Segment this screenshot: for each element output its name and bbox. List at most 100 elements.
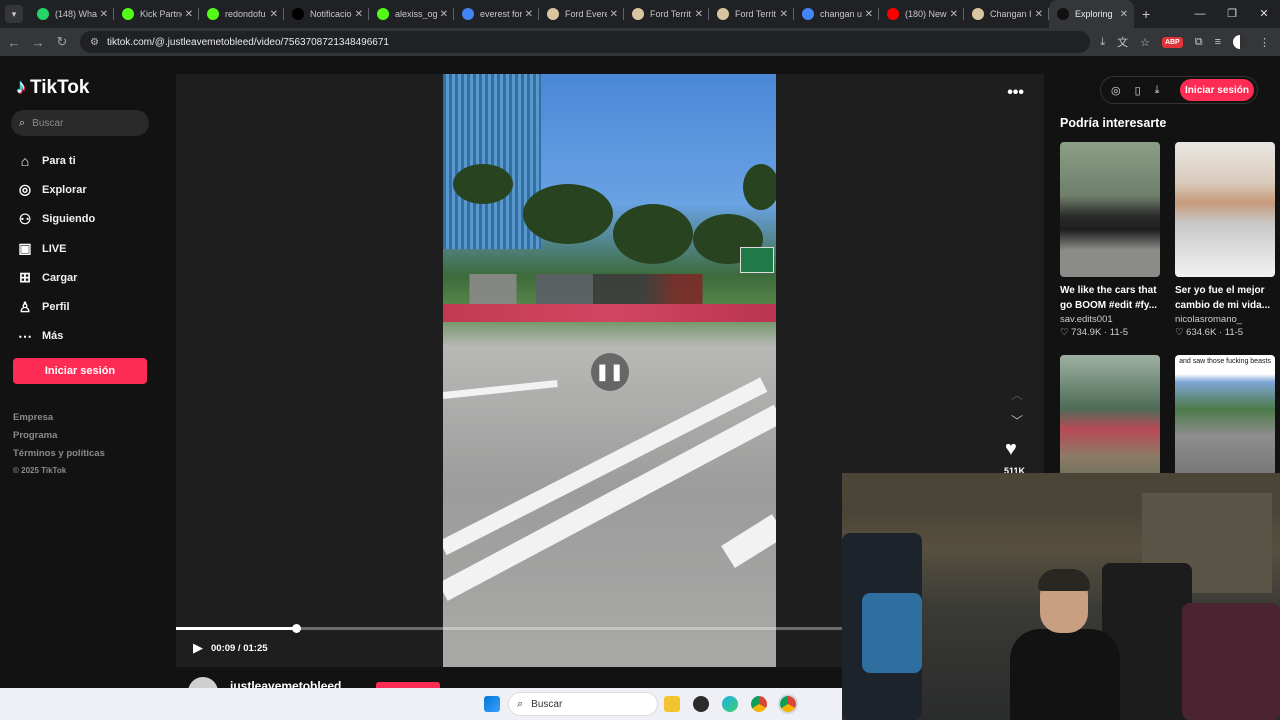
- install-app-icon[interactable]: ⤓: [1100, 36, 1105, 49]
- suggestion-thumbnail[interactable]: [1060, 355, 1160, 490]
- footer-link-terminos[interactable]: Términos y políticas: [13, 448, 105, 466]
- sidebar-item-label: Cargar: [42, 271, 78, 284]
- site-info-icon[interactable]: ⚙: [90, 37, 99, 48]
- extensions-puzzle-icon[interactable]: ⧉: [1195, 36, 1203, 49]
- sidebar-item-explorar[interactable]: ◎ Explorar: [15, 175, 95, 204]
- suggestion-thumbnail[interactable]: and saw those fucking beasts: [1175, 355, 1275, 490]
- browser-tab[interactable]: Notificacio ✕: [284, 0, 369, 28]
- tab-close-icon[interactable]: ✕: [950, 9, 958, 20]
- tab-close-icon[interactable]: ✕: [610, 9, 618, 20]
- tab-list: (148) Wha ✕ Kick Partne ✕ redondofu ✕ Notifica…: [29, 0, 1134, 28]
- browser-tab[interactable]: Ford Territ ✕: [624, 0, 709, 28]
- more-options-icon[interactable]: •••: [1007, 84, 1024, 102]
- browser-tab[interactable]: alexiss_og ✕: [369, 0, 454, 28]
- browser-tab[interactable]: Ford Evere ✕: [539, 0, 624, 28]
- chevron-up-icon[interactable]: ︿: [1011, 386, 1023, 403]
- tab-favicon-icon: [887, 8, 899, 20]
- coins-icon[interactable]: ◎: [1111, 84, 1121, 97]
- tab-close-icon[interactable]: ✕: [865, 9, 873, 20]
- tab-favicon-icon: [377, 8, 389, 20]
- translate-icon[interactable]: 文: [1117, 34, 1128, 50]
- chevron-down-icon[interactable]: ﹀: [1011, 412, 1023, 429]
- login-top-button[interactable]: Iniciar sesión: [1180, 79, 1254, 101]
- video-frame[interactable]: ❚❚: [443, 74, 776, 667]
- tab-close-icon[interactable]: ✕: [440, 9, 448, 20]
- edge-icon[interactable]: [722, 696, 738, 712]
- bookmark-star-icon[interactable]: ☆: [1140, 36, 1150, 49]
- browser-tab[interactable]: (180) New ✕: [879, 0, 964, 28]
- suggestion-title[interactable]: We like the cars that go BOOM #edit #fy.…: [1060, 283, 1160, 313]
- new-tab-button[interactable]: +: [1142, 6, 1150, 22]
- close-window-button[interactable]: ✕: [1248, 0, 1280, 28]
- tab-title: alexiss_og: [395, 9, 437, 19]
- browser-tab[interactable]: (148) Wha ✕: [29, 0, 114, 28]
- tab-close-icon[interactable]: ✕: [1035, 9, 1043, 20]
- suggestion-user[interactable]: sav.edits001: [1060, 314, 1160, 325]
- pause-icon[interactable]: ❚❚: [591, 353, 629, 391]
- search-input[interactable]: ⌕ Buscar: [11, 110, 149, 136]
- sidebar-item-para-ti[interactable]: ⌂ Para ti: [15, 146, 95, 175]
- video-scene-street-sign: [740, 247, 774, 273]
- like-heart-icon[interactable]: ♥: [1005, 438, 1017, 461]
- forward-icon[interactable]: →: [26, 35, 50, 50]
- address-bar[interactable]: ⚙ tiktok.com/@.justleavemetobleed/video/…: [80, 31, 1090, 53]
- suggestion-thumbnail[interactable]: [1175, 142, 1275, 277]
- progress-handle[interactable]: [291, 624, 301, 633]
- sidebar-item-cargar[interactable]: ⊞ Cargar: [15, 263, 95, 292]
- chrome-icon[interactable]: [751, 696, 767, 712]
- tab-search-menu-button[interactable]: ▾: [5, 5, 23, 23]
- sidebar-item-live[interactable]: ▣ LIVE: [15, 234, 95, 263]
- sidebar-item-mas[interactable]: ⋯ Más: [15, 322, 95, 351]
- obs-icon[interactable]: [693, 696, 709, 712]
- suggestion-user[interactable]: nicolasromano_: [1175, 314, 1275, 325]
- sidebar-item-siguiendo[interactable]: ⚇ Siguiendo: [15, 205, 95, 234]
- footer-links: Empresa Programa Términos y políticas © …: [13, 412, 105, 484]
- back-icon[interactable]: ←: [2, 35, 26, 50]
- tab-close-icon[interactable]: ✕: [1120, 9, 1128, 20]
- suggestion-thumbnail[interactable]: [1060, 142, 1160, 277]
- taskbar-search[interactable]: ⌕ Buscar: [508, 692, 658, 716]
- browser-tab[interactable]: Changan I ✕: [964, 0, 1049, 28]
- restore-button[interactable]: ❐: [1216, 0, 1248, 28]
- tab-close-icon[interactable]: ✕: [525, 9, 533, 20]
- tiktok-logo[interactable]: ♪ TikTok: [16, 76, 89, 99]
- browser-tab[interactable]: changan u ✕: [794, 0, 879, 28]
- tab-close-icon[interactable]: ✕: [780, 9, 788, 20]
- profile-avatar-icon[interactable]: [1233, 35, 1247, 49]
- tab-close-icon[interactable]: ✕: [185, 9, 193, 20]
- footer-link-programa[interactable]: Programa: [13, 430, 105, 448]
- browser-tab[interactable]: Ford Territ ✕: [709, 0, 794, 28]
- minimize-button[interactable]: —: [1184, 0, 1216, 28]
- browser-tab[interactable]: Kick Partne ✕: [114, 0, 199, 28]
- mobile-app-icon[interactable]: ▯: [1135, 84, 1141, 97]
- tab-close-icon[interactable]: ✕: [695, 9, 703, 20]
- suggestion-card[interactable]: and saw those fucking beasts: [1175, 355, 1275, 490]
- play-icon[interactable]: ▶: [193, 640, 203, 656]
- suggestion-title[interactable]: Ser yo fue el mejor cambio de mi vida...: [1175, 283, 1275, 313]
- tab-close-icon[interactable]: ✕: [355, 9, 363, 20]
- login-button[interactable]: Iniciar sesión: [13, 358, 147, 384]
- adblock-icon[interactable]: ABP: [1161, 36, 1183, 48]
- footer-link-empresa[interactable]: Empresa: [13, 412, 105, 430]
- tab-close-icon[interactable]: ✕: [270, 9, 278, 20]
- windows-start-icon[interactable]: [484, 696, 500, 712]
- tab-close-icon[interactable]: ✕: [100, 9, 108, 20]
- suggestion-card[interactable]: Ser yo fue el mejor cambio de mi vida...…: [1175, 142, 1275, 338]
- browser-tab[interactable]: everest for ✕: [454, 0, 539, 28]
- suggestion-card[interactable]: [1060, 355, 1160, 490]
- chrome-menu-icon[interactable]: ⋮: [1259, 36, 1270, 49]
- tab-title: Ford Evere: [565, 9, 607, 19]
- download-icon[interactable]: ⤓: [1155, 84, 1160, 97]
- suggestion-card[interactable]: We like the cars that go BOOM #edit #fy.…: [1060, 142, 1160, 338]
- compass-icon: ◎: [18, 181, 32, 198]
- file-explorer-icon[interactable]: [664, 696, 680, 712]
- chrome-active-icon[interactable]: [780, 696, 796, 712]
- sidebar-item-perfil[interactable]: ♙ Perfil: [15, 292, 95, 321]
- search-placeholder: Buscar: [32, 117, 64, 129]
- media-control-icon[interactable]: ≡: [1215, 36, 1221, 48]
- reload-icon[interactable]: ↻: [50, 34, 74, 50]
- suggestion-meta: ♡ 734.9K · 11-5: [1060, 327, 1160, 338]
- video-scene-palm: [453, 164, 513, 204]
- browser-tab[interactable]: Exploring ✕: [1049, 0, 1134, 28]
- browser-tab[interactable]: redondofu ✕: [199, 0, 284, 28]
